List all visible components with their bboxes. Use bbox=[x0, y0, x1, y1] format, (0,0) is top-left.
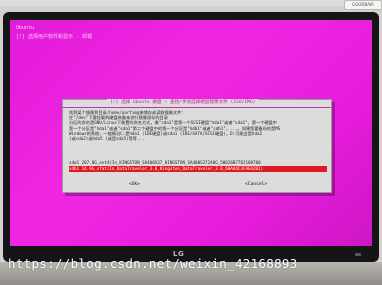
screen: Ubuntu [!] 选择用户软件和显示 - 卸载 [!] 选择 Ubuntu … bbox=[10, 20, 372, 246]
device-option-sdb1[interactable]: sdb1 14.9G_vfat(In_DataTraveler_3.0_King… bbox=[69, 166, 327, 172]
dialog-buttons: <Ok> <Cancel> bbox=[63, 181, 331, 189]
ok-button[interactable]: <Ok> bbox=[127, 181, 142, 189]
watermark-url: https://blog.csdn.net/weixin_42168893 bbox=[8, 256, 298, 271]
description-line: (或sda2)或hda5 (或是sda5)等等... bbox=[69, 136, 145, 142]
wall bbox=[0, 0, 382, 6]
monitor-sticker: GOODBAIR bbox=[344, 0, 382, 10]
dialog-title-bar: [!] 选择 Ubuntu 硬盘 — 查找/手动选择硬盘镜像文件 (ISO/IM… bbox=[63, 99, 331, 108]
cancel-button[interactable]: <Cancel> bbox=[243, 181, 269, 189]
device-list[interactable]: sda1 207.8G_ext4(In_KINGSTON_SA400S37_KI… bbox=[69, 160, 327, 174]
monitor: Ubuntu [!] 选择用户软件和显示 - 卸载 [!] 选择 Ubuntu … bbox=[3, 12, 379, 262]
device-option-sda1[interactable]: sda1 207.8G_ext4(In_KINGSTON_SA400S37_KI… bbox=[69, 160, 327, 165]
screen-title: Ubuntu bbox=[16, 25, 35, 31]
select-disk-dialog: [!] 选择 Ubuntu 硬盘 — 查找/手动选择硬盘镜像文件 (ISO/IM… bbox=[62, 99, 332, 193]
dialog-description: 找到某个镜像到目录/home/partimg来储存或读取镜像文件： 在"/dev… bbox=[69, 110, 327, 141]
power-button[interactable] bbox=[355, 253, 361, 256]
dialog-title: [!] 选择 Ubuntu 硬盘 — 查找/手动选择硬盘镜像文件 (ISO/IM… bbox=[107, 99, 259, 106]
screen-subtitle: [!] 选择用户软件和显示 - 卸载 bbox=[16, 34, 93, 40]
